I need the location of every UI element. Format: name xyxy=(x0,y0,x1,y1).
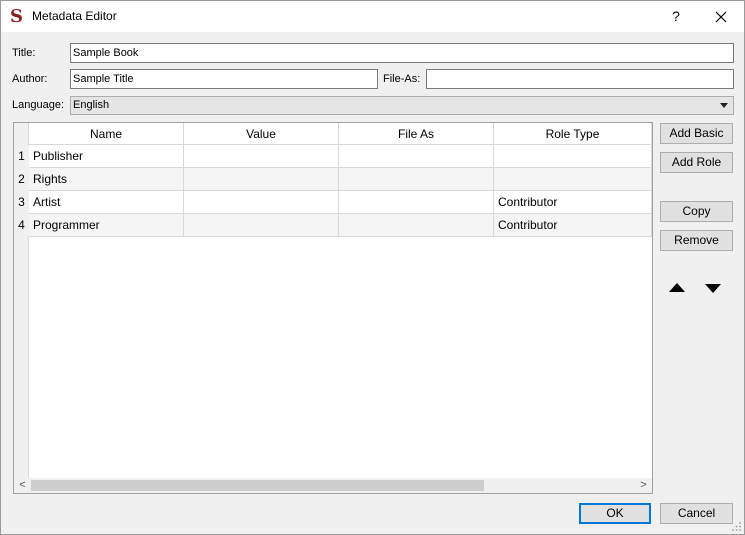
language-select[interactable]: English xyxy=(70,96,734,115)
row-number: 1 xyxy=(14,145,29,168)
cell-name[interactable]: Publisher xyxy=(29,145,184,168)
table-row[interactable]: 4 Programmer Contributor xyxy=(14,214,652,237)
scroll-left-button[interactable]: < xyxy=(14,478,31,493)
window-title: Metadata Editor xyxy=(32,9,117,23)
cell-file-as[interactable] xyxy=(339,145,494,168)
cell-value[interactable] xyxy=(184,214,339,237)
remove-button[interactable]: Remove xyxy=(660,230,733,251)
author-field[interactable] xyxy=(70,69,378,89)
cell-role-type[interactable] xyxy=(494,168,652,191)
row-number: 4 xyxy=(14,214,29,237)
cell-value[interactable] xyxy=(184,145,339,168)
title-label: Title: xyxy=(12,47,36,59)
close-icon xyxy=(715,11,727,23)
scrollbar-thumb[interactable] xyxy=(31,480,484,491)
title-field[interactable] xyxy=(70,43,734,63)
cell-name[interactable]: Rights xyxy=(29,168,184,191)
cell-value[interactable] xyxy=(184,168,339,191)
horizontal-scrollbar[interactable]: < > xyxy=(14,478,652,493)
column-header-name[interactable]: Name xyxy=(29,123,184,145)
file-as-label: File-As: xyxy=(383,73,421,85)
table-row[interactable]: 1 Publisher xyxy=(14,145,652,168)
column-header-role-type[interactable]: Role Type xyxy=(494,123,652,145)
move-up-button[interactable] xyxy=(666,279,688,297)
column-header-file-as[interactable]: File As xyxy=(339,123,494,145)
help-button[interactable]: ? xyxy=(653,1,699,32)
cell-file-as[interactable] xyxy=(339,191,494,214)
cell-value[interactable] xyxy=(184,191,339,214)
ok-button[interactable]: OK xyxy=(579,503,651,524)
resize-grip-icon[interactable] xyxy=(732,522,742,532)
move-down-button[interactable] xyxy=(702,279,724,297)
add-basic-button[interactable]: Add Basic xyxy=(660,123,733,144)
add-role-button[interactable]: Add Role xyxy=(660,152,733,173)
cell-name[interactable]: Programmer xyxy=(29,214,184,237)
row-number: 2 xyxy=(14,168,29,191)
close-button[interactable] xyxy=(698,1,744,32)
file-as-field[interactable] xyxy=(426,69,734,89)
arrow-up-icon xyxy=(669,283,685,292)
cell-file-as[interactable] xyxy=(339,214,494,237)
chevron-down-icon xyxy=(720,103,728,108)
cell-role-type[interactable] xyxy=(494,145,652,168)
row-number: 3 xyxy=(14,191,29,214)
arrow-down-icon xyxy=(705,284,721,293)
title-bar: S Metadata Editor ? xyxy=(1,1,744,32)
copy-button[interactable]: Copy xyxy=(660,201,733,222)
author-label: Author: xyxy=(12,73,48,85)
sigil-app-icon: S xyxy=(10,6,23,27)
metadata-table[interactable]: Name Value File As Role Type 1 Publisher… xyxy=(13,122,653,494)
language-label: Language: xyxy=(12,99,64,111)
cell-role-type[interactable]: Contributor xyxy=(494,191,652,214)
metadata-editor-dialog: S Metadata Editor ? Title: Author: File-… xyxy=(0,0,745,535)
cancel-button[interactable]: Cancel xyxy=(660,503,733,524)
cell-file-as[interactable] xyxy=(339,168,494,191)
table-row[interactable]: 2 Rights xyxy=(14,168,652,191)
column-header-value[interactable]: Value xyxy=(184,123,339,145)
scroll-right-button[interactable]: > xyxy=(635,478,652,493)
cell-role-type[interactable]: Contributor xyxy=(494,214,652,237)
cell-name[interactable]: Artist xyxy=(29,191,184,214)
table-row[interactable]: 3 Artist Contributor xyxy=(14,191,652,214)
language-value: English xyxy=(73,99,110,111)
